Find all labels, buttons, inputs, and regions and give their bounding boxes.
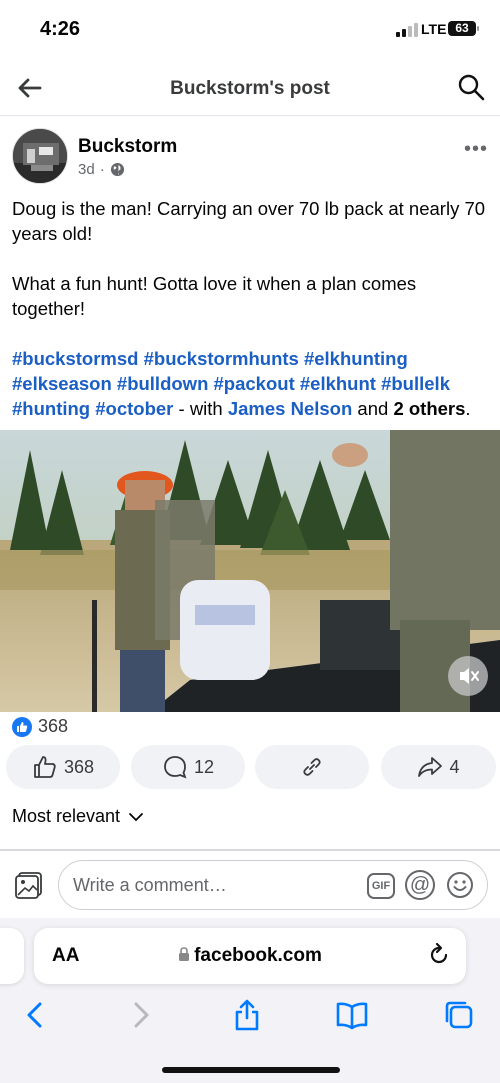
status-bar: 4:26 LTE 63 <box>0 0 500 60</box>
post-paragraph: Doug is the man! Carrying an over 70 lb … <box>12 198 486 244</box>
copy-link-button[interactable] <box>255 745 369 789</box>
signal-icon <box>396 23 418 37</box>
comment-button[interactable]: 12 <box>131 745 245 789</box>
globe-icon <box>110 162 124 177</box>
like-count: 368 <box>63 756 95 777</box>
hashtag-link[interactable]: #buckstormsd <box>12 348 138 369</box>
post-paragraph: What a fun hunt! Gotta love it when a pl… <box>12 273 417 319</box>
hashtag-link[interactable]: #elkhunt <box>300 373 376 394</box>
previous-tab-preview[interactable] <box>0 928 24 984</box>
battery-icon: 63 <box>448 21 476 36</box>
comment-bubble-icon <box>164 756 187 779</box>
address-bar[interactable]: AA facebook.com <box>34 928 466 984</box>
hashtag-link[interactable]: #buckstormhunts <box>144 348 299 369</box>
share-icon[interactable] <box>230 998 264 1032</box>
more-options-icon[interactable]: ••• <box>464 138 488 161</box>
comment-sort-dropdown[interactable]: Most relevant <box>12 806 144 827</box>
browser-back-icon[interactable] <box>18 998 52 1032</box>
mute-button[interactable] <box>448 656 488 696</box>
meta-separator: · <box>99 161 105 178</box>
gif-button[interactable]: GIF <box>367 873 395 899</box>
bookmarks-icon[interactable] <box>335 998 369 1032</box>
clock: 4:26 <box>40 18 81 40</box>
sentence-end: . <box>465 398 471 419</box>
hashtag-link[interactable]: #hunting <box>12 398 90 419</box>
and-text: and <box>352 398 394 419</box>
comment-input[interactable]: Write a comment… GIF @ <box>58 860 488 910</box>
home-indicator <box>162 1067 340 1073</box>
page-title: Buckstorm's post <box>170 78 330 99</box>
chevron-down-icon <box>129 812 143 821</box>
video-frame <box>0 430 500 712</box>
comment-placeholder: Write a comment… <box>73 875 227 895</box>
tabs-icon[interactable] <box>442 998 476 1032</box>
lock-icon <box>179 947 190 961</box>
tagged-person-link[interactable]: James Nelson <box>228 398 352 419</box>
like-button[interactable]: 368 <box>6 745 120 789</box>
comment-composer: Write a comment… GIF @ <box>0 858 500 912</box>
emoji-icon[interactable] <box>445 870 475 900</box>
hashtag-line: #buckstormsd #buckstormhunts #elkhunting… <box>12 346 488 421</box>
speaker-muted-icon <box>460 668 479 684</box>
reload-icon[interactable] <box>426 942 452 968</box>
network-type: LTE <box>421 21 447 37</box>
browser-forward-icon[interactable] <box>124 998 158 1032</box>
hashtag-link[interactable]: #elkseason <box>12 373 112 394</box>
reaction-count: 368 <box>38 716 69 736</box>
hashtag-link[interactable]: #october <box>95 398 173 419</box>
url-text: facebook.com <box>194 945 322 966</box>
with-text: - with <box>173 398 228 419</box>
post-actions: 368 12 4 <box>6 745 496 789</box>
comment-count: 12 <box>193 756 215 777</box>
link-icon <box>303 758 321 776</box>
others-link[interactable]: 2 others <box>393 398 465 419</box>
post-video[interactable] <box>0 430 500 712</box>
post-time[interactable]: 3d <box>78 161 95 178</box>
post-meta: 3d · <box>78 161 125 178</box>
url-display: facebook.com <box>34 945 466 967</box>
share-arrow-icon <box>418 757 443 777</box>
post-body: Doug is the man! Carrying an over 70 lb … <box>12 196 488 421</box>
hashtag-link[interactable]: #bullelk <box>381 373 450 394</box>
reaction-summary[interactable]: 368 <box>12 716 68 737</box>
share-button[interactable]: 4 <box>381 745 496 789</box>
mention-button[interactable]: @ <box>405 870 435 900</box>
divider <box>0 849 500 851</box>
hashtag-link[interactable]: #bulldown <box>117 373 208 394</box>
author-name[interactable]: Buckstorm <box>78 136 177 158</box>
photo-attach-icon[interactable] <box>14 870 44 900</box>
search-icon[interactable] <box>456 72 486 102</box>
thumbs-up-icon <box>34 756 56 778</box>
post-header-bar: Buckstorm's post <box>0 60 500 116</box>
share-count: 4 <box>449 756 460 777</box>
comment-sort-label: Most relevant <box>12 806 121 826</box>
like-badge-icon <box>12 716 32 737</box>
battery-tip <box>477 26 479 31</box>
hashtag-link[interactable]: #elkhunting <box>304 348 408 369</box>
avatar[interactable] <box>12 128 68 184</box>
hashtag-link[interactable]: #packout <box>214 373 295 394</box>
